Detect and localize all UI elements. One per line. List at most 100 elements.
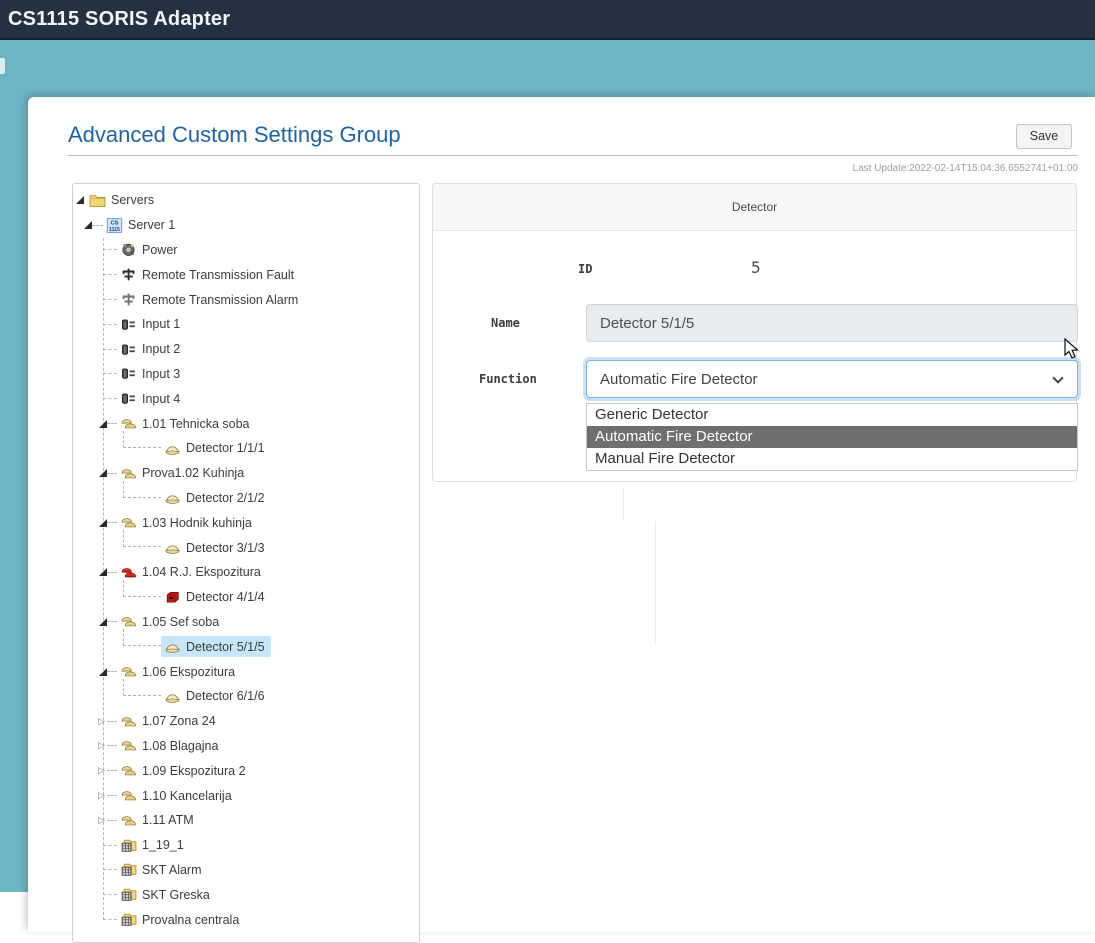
tree-node[interactable]: 1.07 Zona 24: [117, 711, 222, 732]
tree-item-label: Servers: [111, 193, 154, 207]
tree-connector: [107, 671, 117, 672]
tree-item[interactable]: ▷ 1.08 Blagajna: [73, 734, 419, 759]
expander-open-icon[interactable]: [99, 469, 107, 477]
tree-item[interactable]: Power: [73, 238, 419, 263]
tree-item[interactable]: ▷ 1.10 Kancelarija: [73, 783, 419, 808]
tree-node[interactable]: Detector 4/1/4: [161, 587, 271, 608]
tree-item[interactable]: Detector 6/1/6: [73, 684, 419, 709]
id-value: 5: [751, 258, 761, 277]
tree-item-label: Prova1.02 Kuhinja: [142, 466, 244, 480]
tree-item[interactable]: Input 3: [73, 362, 419, 387]
zone-icon: [120, 415, 137, 432]
tree-item[interactable]: ▷ 1.11 ATM: [73, 808, 419, 833]
tree-item[interactable]: Provalna centrala: [73, 907, 419, 932]
expander-closed-icon[interactable]: ▷: [98, 766, 107, 775]
input-icon: [120, 341, 137, 358]
tree-node[interactable]: Provalna centrala: [117, 909, 245, 930]
zone-icon: [120, 663, 137, 680]
tree-item[interactable]: SKT Alarm: [73, 858, 419, 883]
tree-item[interactable]: Detector 2/1/2: [73, 486, 419, 511]
tree-item[interactable]: Detector 4/1/4: [73, 585, 419, 610]
detail-panel-title: Detector: [732, 200, 777, 214]
tree-node[interactable]: Remote Transmission Alarm: [117, 289, 304, 310]
tree-item[interactable]: Servers: [73, 188, 419, 213]
detector-icon: [164, 688, 181, 705]
tree-node[interactable]: 1.08 Blagajna: [117, 735, 224, 756]
tree-item-label: 1.07 Zona 24: [142, 714, 216, 728]
tree-node[interactable]: Input 4: [117, 388, 186, 409]
tree-item-label: 1.04 R.J. Ekspozitura: [142, 565, 261, 579]
tree-node[interactable]: 1.11 ATM: [117, 810, 200, 831]
expander-closed-icon[interactable]: ▷: [98, 791, 107, 800]
tree-item[interactable]: Detector 5/1/5: [73, 634, 419, 659]
function-dropdown-list: Generic DetectorAutomatic Fire DetectorM…: [586, 403, 1078, 471]
tree-node[interactable]: 1.09 Ekspozitura 2: [117, 760, 252, 781]
tree-item-label: Remote Transmission Fault: [142, 268, 294, 282]
tree-node[interactable]: Remote Transmission Fault: [117, 264, 300, 285]
name-input[interactable]: [586, 304, 1078, 342]
tree-item[interactable]: ▷ 1.07 Zona 24: [73, 709, 419, 734]
dropdown-option[interactable]: Automatic Fire Detector: [587, 426, 1077, 448]
tree-node[interactable]: 1_19_1: [117, 835, 190, 856]
expander-open-icon[interactable]: [99, 519, 107, 527]
tree-connector: [103, 845, 117, 846]
expander-closed-icon[interactable]: ▷: [98, 717, 107, 726]
tree-item[interactable]: ▷ 1.09 Ekspozitura 2: [73, 758, 419, 783]
save-button[interactable]: Save: [1016, 124, 1072, 149]
tree-item-label: Server 1: [128, 218, 175, 232]
zone-icon: [120, 762, 137, 779]
expander-open-icon[interactable]: [84, 221, 92, 229]
tree-node-selected[interactable]: Detector 5/1/5: [161, 636, 271, 657]
tree-item-label: 1.05 Sef soba: [142, 615, 219, 629]
expander-open-icon[interactable]: [99, 420, 107, 428]
tree-connector: [107, 473, 117, 474]
tree-node[interactable]: Detector 2/1/2: [161, 487, 271, 508]
tree-node[interactable]: Input 1: [117, 314, 186, 335]
tree-node[interactable]: SKT Alarm: [117, 859, 208, 880]
tree-item-label: SKT Greska: [142, 888, 210, 902]
expander-open-icon[interactable]: [99, 618, 107, 626]
tree-item[interactable]: 1_19_1: [73, 833, 419, 858]
expander-open-icon[interactable]: [99, 568, 107, 576]
tree-node[interactable]: Detector 3/1/3: [161, 537, 271, 558]
top-navbar: CS1115 SORIS Adapter: [0, 0, 1095, 40]
detector-detail-panel: Detector ID 5 Name Function Automatic Fi…: [432, 183, 1077, 482]
tree-item[interactable]: Detector 1/1/1: [73, 436, 419, 461]
tree-connector: [103, 919, 117, 920]
tree-item[interactable]: SKT Greska: [73, 882, 419, 907]
expander-open-icon[interactable]: [99, 668, 107, 676]
function-select[interactable]: Automatic Fire Detector: [586, 360, 1078, 398]
tree-node[interactable]: Power: [117, 239, 183, 260]
dropdown-option[interactable]: Generic Detector: [587, 404, 1077, 426]
tree-node[interactable]: SKT Greska: [117, 884, 216, 905]
tree-connector: [107, 522, 117, 523]
tree-item-label: Detector 6/1/6: [186, 689, 265, 703]
tree-item[interactable]: CS1115Server 1: [73, 213, 419, 238]
tree-item[interactable]: Remote Transmission Fault: [73, 262, 419, 287]
tree-node[interactable]: 1.10 Kancelarija: [117, 785, 238, 806]
tree-connector: [107, 572, 117, 573]
tree-item[interactable]: Input 4: [73, 386, 419, 411]
tree-node[interactable]: Detector 1/1/1: [161, 438, 271, 459]
tree-node[interactable]: Detector 6/1/6: [161, 686, 271, 707]
tree-item[interactable]: Input 2: [73, 337, 419, 362]
tree-connector: [107, 721, 117, 722]
tree-node[interactable]: CS1115Server 1: [103, 215, 181, 236]
dropdown-option[interactable]: Manual Fire Detector: [587, 448, 1077, 470]
tree-item-label: 1.10 Kancelarija: [142, 789, 232, 803]
detector-icon: [164, 539, 181, 556]
tree-item-label: Remote Transmission Alarm: [142, 293, 298, 307]
expander-open-icon[interactable]: [76, 196, 84, 204]
tree-node[interactable]: Input 3: [117, 363, 186, 384]
function-select-value: Automatic Fire Detector: [600, 371, 758, 388]
tree-item[interactable]: Remote Transmission Alarm: [73, 287, 419, 312]
tree-item-label: 1.08 Blagajna: [142, 739, 218, 753]
tree-connector: [107, 423, 117, 424]
tree-node[interactable]: Input 2: [117, 339, 186, 360]
expander-closed-icon[interactable]: ▷: [98, 816, 107, 825]
tree-node[interactable]: Servers: [86, 190, 160, 211]
tree-item[interactable]: Detector 3/1/3: [73, 535, 419, 560]
tree-elbow-connector: [123, 431, 161, 448]
tree-item[interactable]: Input 1: [73, 312, 419, 337]
expander-closed-icon[interactable]: ▷: [98, 741, 107, 750]
